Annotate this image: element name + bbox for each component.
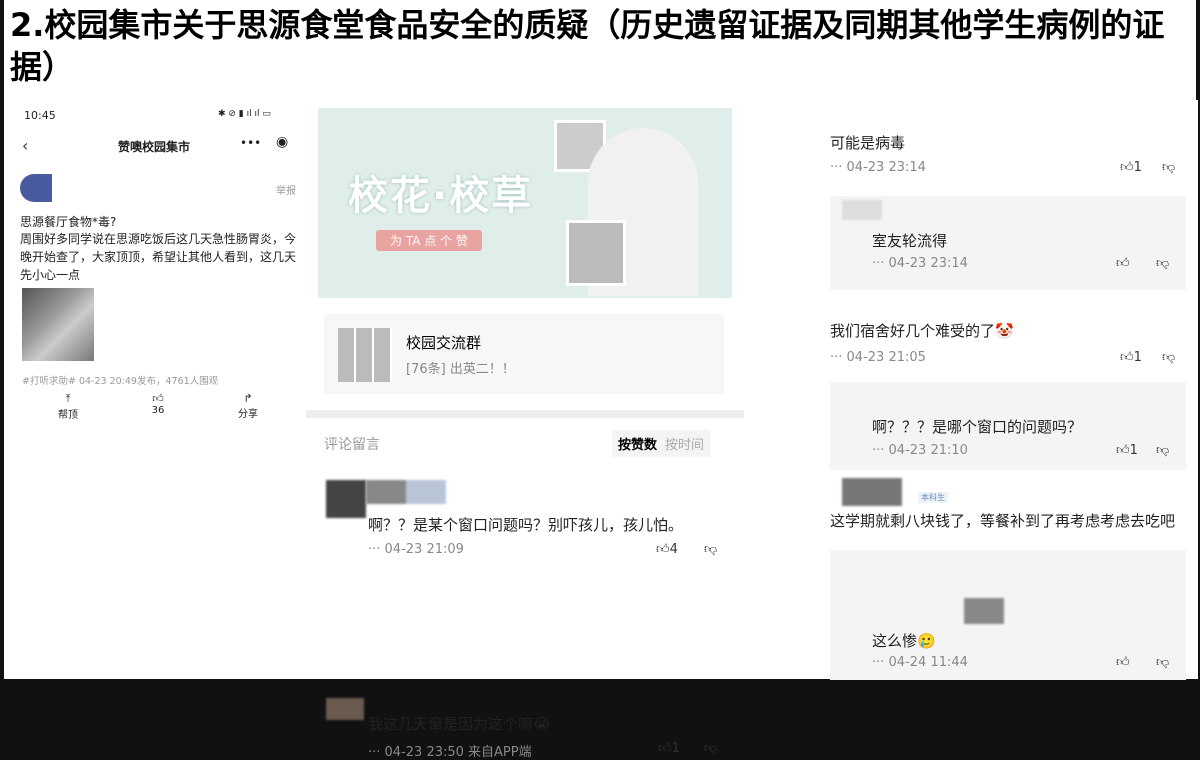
comment-time: ··· 04-23 21:05 bbox=[830, 350, 926, 365]
comment-text: 可能是病毒 bbox=[830, 134, 906, 152]
more-icon[interactable]: ••• bbox=[240, 136, 261, 150]
comment-text: 这学期就剩八块钱了，等餐补到了再考虑考虑去吃吧 bbox=[830, 512, 1176, 530]
comment-text: 这么惨🥲 bbox=[872, 632, 936, 650]
post-body: 周围好多同学说在思源吃饭后这几天急性肠胃炎，今晚开始查了，大家顶顶，希望让其他人… bbox=[20, 232, 297, 282]
like-button[interactable]: 👍︎ 36 bbox=[146, 392, 170, 416]
like-button[interactable]: 👍︎1 bbox=[1116, 443, 1138, 458]
post-meta: #打听求助# 04-23 20:49发布，4761人围观 bbox=[22, 376, 219, 387]
thumbs-up-icon: 👍︎ bbox=[656, 542, 670, 557]
group-preview: [76条] 出英二！！ bbox=[406, 362, 515, 377]
like-button[interactable]: 👍︎1 bbox=[1120, 350, 1142, 365]
comment-text: 啊？？？是哪个窗口的问题吗？ bbox=[872, 418, 1083, 436]
comment-time: ··· 04-23 21:09 bbox=[368, 542, 464, 557]
post-screenshot: 10:45 ✱ ⊘ ▮ ıl ıl ▭ ‹ 赞噢校园集市 ••• ◉ 举报 思源… bbox=[8, 100, 308, 435]
back-icon[interactable]: ‹ bbox=[22, 136, 28, 155]
thumbs-down-icon[interactable]: 👎︎ bbox=[1162, 160, 1175, 175]
sort-toggle: 按赞数 按时间 bbox=[612, 430, 711, 457]
thumbs-down-icon[interactable]: 👎︎ bbox=[1156, 256, 1169, 271]
comment-text: 我这几天窜是因为这个嘛😭 bbox=[368, 715, 551, 733]
comment-text: 我们宿舍好几个难受的了🤡 bbox=[830, 322, 1014, 340]
bump-button[interactable]: ⤒ 帮顶 bbox=[56, 392, 80, 421]
thumbs-down-icon[interactable]: 👎︎ bbox=[704, 741, 717, 756]
comment-time: ··· 04-23 23:14 bbox=[830, 160, 926, 175]
banner-title: 校花·校草 bbox=[348, 173, 534, 219]
like-button[interactable]: 👍︎4 bbox=[656, 542, 678, 557]
comments-label: 评论留言 bbox=[324, 437, 380, 453]
status-time: 10:45 bbox=[24, 109, 56, 122]
comment-text: 啊？？是某个窗口问题吗？别吓孩儿，孩儿怕。 bbox=[368, 516, 684, 534]
thumbs-up-icon: 👍︎ bbox=[1116, 256, 1130, 271]
like-button[interactable]: 👍︎1 bbox=[658, 741, 680, 756]
like-button[interactable]: 👍︎ bbox=[1116, 256, 1130, 271]
like-button[interactable]: 👍︎1 bbox=[1120, 160, 1142, 175]
thumbs-down-icon[interactable]: 👎︎ bbox=[1156, 443, 1169, 458]
group-name: 校园交流群 bbox=[406, 334, 482, 352]
thumbs-up-icon: 👍︎ bbox=[1120, 350, 1134, 365]
thumbs-down-icon[interactable]: 👎︎ bbox=[704, 542, 717, 557]
share-icon: ↱ bbox=[243, 392, 253, 405]
group-card[interactable]: 校园交流群 [76条] 出英二！！ bbox=[324, 314, 724, 394]
comment-screenshot-right: 可能是病毒 ··· 04-23 23:14 👍︎1 👎︎ 室友轮流得 ··· 04… bbox=[806, 100, 1198, 680]
comment-screenshot-middle: 校花·校草 为 TA 点 个 赞 校园交流群 [76条] 出英二！！ 评论留言 … bbox=[306, 100, 744, 760]
banner-button[interactable]: 为 TA 点 个 赞 bbox=[376, 230, 482, 251]
collage: 2.校园集市关于思源食堂食品安全的质疑（历史遗留证据及同期其他学生病例的证据） … bbox=[4, 0, 1198, 760]
sort-by-time[interactable]: 按时间 bbox=[665, 438, 704, 453]
banner-ad[interactable]: 校花·校草 为 TA 点 个 赞 bbox=[318, 108, 732, 298]
report-link[interactable]: 举报 bbox=[276, 182, 296, 197]
like-button[interactable]: 👍︎ bbox=[1116, 655, 1130, 670]
post-image[interactable] bbox=[22, 288, 94, 361]
app-title: 赞噢校园集市 bbox=[118, 140, 191, 154]
comment-time: ··· 04-23 23:14 bbox=[872, 256, 968, 271]
banner-photo bbox=[566, 220, 626, 286]
comment-time: ··· 04-23 23:50 来自APP端 bbox=[368, 745, 532, 760]
close-icon[interactable]: ◉ bbox=[276, 134, 288, 150]
arrow-up-icon: ⤒ bbox=[65, 392, 71, 405]
avatar bbox=[20, 174, 52, 202]
thumbs-down-icon[interactable]: 👎︎ bbox=[1162, 350, 1175, 365]
user-badge: 本科生 bbox=[918, 492, 948, 503]
thumbs-up-icon: 👍︎ bbox=[1116, 655, 1130, 670]
thumbs-up-icon: 👍︎ bbox=[1120, 160, 1134, 175]
share-button[interactable]: ↱ 分享 bbox=[236, 392, 260, 420]
comment-text: 室友轮流得 bbox=[872, 232, 948, 250]
page-title: 2.校园集市关于思源食堂食品安全的质疑（历史遗留证据及同期其他学生病例的证据） bbox=[10, 6, 1165, 86]
thumbs-up-icon: 👍︎ bbox=[152, 392, 164, 405]
status-icons: ✱ ⊘ ▮ ıl ıl ▭ bbox=[218, 109, 271, 119]
comment-time: ··· 04-23 21:10 bbox=[872, 443, 968, 458]
post-title: 思源餐厅食物*毒? bbox=[20, 215, 117, 229]
sort-by-likes[interactable]: 按赞数 bbox=[618, 438, 657, 453]
thumbs-up-icon: 👍︎ bbox=[658, 741, 672, 756]
comment-time: ··· 04-24 11:44 bbox=[872, 655, 968, 670]
group-avatar bbox=[338, 328, 392, 382]
thumbs-down-icon[interactable]: 👎︎ bbox=[1156, 655, 1169, 670]
divider bbox=[306, 410, 744, 418]
thumbs-up-icon: 👍︎ bbox=[1116, 443, 1130, 458]
